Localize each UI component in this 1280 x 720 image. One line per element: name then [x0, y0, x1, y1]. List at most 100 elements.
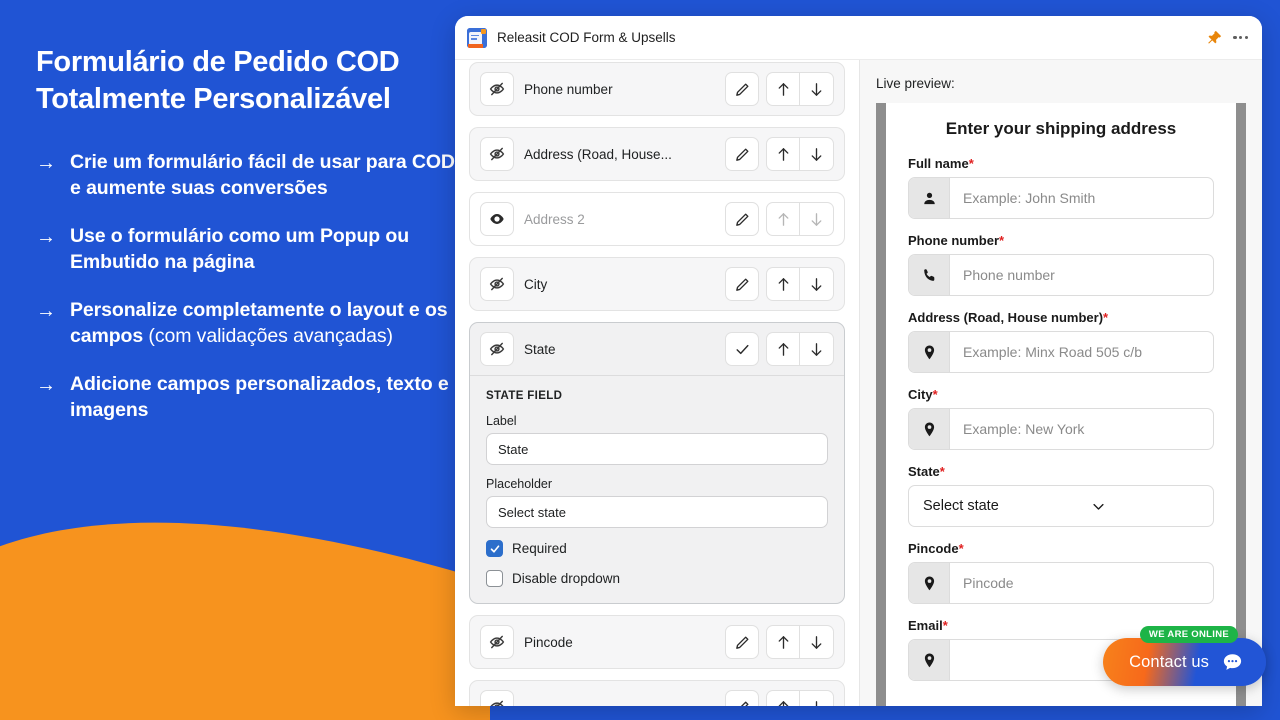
chat-widget[interactable]: WE ARE ONLINE Contact us	[1103, 626, 1266, 686]
edit-field-button[interactable]	[725, 72, 759, 106]
disable-dropdown-checkbox-row[interactable]: Disable dropdown	[486, 570, 828, 587]
person-icon	[909, 178, 950, 218]
eye-icon[interactable]	[480, 202, 514, 236]
move-field-down-button[interactable]	[800, 137, 834, 171]
move-field-down-button[interactable]	[800, 625, 834, 659]
field-row-actions	[725, 267, 834, 301]
promo-panel: Formulário de Pedido COD Totalmente Pers…	[36, 44, 456, 446]
eye-off-icon[interactable]	[480, 690, 514, 706]
eye-off-icon[interactable]	[480, 137, 514, 171]
required-checkbox-row[interactable]: Required	[486, 540, 828, 557]
preview-field-city: City* Example: New York	[908, 387, 1214, 450]
required-checkbox-label: Required	[512, 541, 567, 556]
edit-field-button[interactable]	[725, 625, 759, 659]
field-row-label: City	[524, 276, 548, 292]
preview-label-text: State	[908, 464, 940, 479]
preview-label-text: Pincode	[908, 541, 959, 556]
promo-title-line-2: Totalmente Personalizável	[36, 83, 391, 116]
fields-editor-panel[interactable]: Phone number Address (Road, House... Add…	[455, 60, 859, 706]
field-row-header[interactable]: State	[470, 323, 844, 375]
online-status-badge: WE ARE ONLINE	[1139, 626, 1238, 643]
arrow-right-icon: →	[36, 299, 56, 322]
move-field-down-button[interactable]	[800, 202, 834, 236]
preview-field-label: State*	[908, 464, 1214, 479]
field-row-phone-number[interactable]: Phone number	[469, 62, 845, 116]
location-icon	[909, 409, 950, 449]
field-row-next-partial[interactable]	[469, 680, 845, 706]
edit-field-button[interactable]	[725, 137, 759, 171]
preview-label-text: Address (Road, House number)	[908, 310, 1104, 325]
edit-field-button[interactable]	[725, 267, 759, 301]
field-row-address[interactable]: Address (Road, House...	[469, 127, 845, 181]
field-row-header[interactable]: Address 2	[470, 193, 844, 245]
fields-scroll-area[interactable]: Phone number Address (Road, House... Add…	[469, 60, 845, 706]
state-label-input[interactable]	[486, 433, 828, 465]
confirm-field-button[interactable]	[725, 332, 759, 366]
eye-off-icon[interactable]	[480, 72, 514, 106]
field-row-actions	[725, 202, 834, 236]
edit-field-button[interactable]	[725, 202, 759, 236]
field-row-city[interactable]: City	[469, 257, 845, 311]
device-edge-right	[1236, 103, 1246, 706]
move-field-down-button[interactable]	[800, 72, 834, 106]
field-row-state[interactable]: State STATE FIELD Label State Placeholde…	[469, 322, 845, 604]
preview-input-city[interactable]: Example: New York	[908, 408, 1214, 450]
state-placeholder-input[interactable]	[486, 496, 828, 528]
preview-input-phone-number[interactable]: Phone number	[908, 254, 1214, 296]
promo-bullet-bold: Crie um formulário fácil de usar para CO…	[70, 151, 455, 200]
preview-input-pincode[interactable]: Pincode	[908, 562, 1214, 604]
preview-placeholder: Example: New York	[963, 421, 1085, 437]
move-field-up-button[interactable]	[766, 137, 800, 171]
move-field-up-button[interactable]	[766, 202, 800, 236]
field-row-address-2[interactable]: Address 2	[469, 192, 845, 246]
preview-form-heading: Enter your shipping address	[945, 119, 1177, 138]
location-icon	[909, 563, 950, 603]
field-row-actions	[725, 137, 834, 171]
preview-field-label: Full name*	[908, 156, 1214, 171]
move-field-down-button[interactable]	[800, 267, 834, 301]
preview-input-address[interactable]: Example: Minx Road 505 c/b	[908, 331, 1214, 373]
field-row-pincode[interactable]: Pincode	[469, 615, 845, 669]
field-row-header[interactable]: Address (Road, House...	[470, 128, 844, 180]
eye-off-icon[interactable]	[480, 625, 514, 659]
field-row-actions	[725, 690, 834, 706]
field-row-label: Pincode	[524, 634, 573, 650]
required-checkbox[interactable]	[486, 540, 503, 557]
preview-input-full-name[interactable]: Example: John Smith	[908, 177, 1214, 219]
app-header: Releasit COD Form & Upsells	[455, 16, 1262, 60]
move-field-up-button[interactable]	[766, 625, 800, 659]
pin-icon[interactable]	[1205, 29, 1223, 47]
eye-off-icon[interactable]	[480, 332, 514, 366]
edit-field-button[interactable]	[725, 690, 759, 706]
preview-form[interactable]: Enter your shipping address Full name* E…	[886, 103, 1236, 706]
field-row-actions	[725, 332, 834, 366]
promo-bullet-text: Use o formulário como um Popup ou Embuti…	[70, 224, 456, 276]
move-field-down-button[interactable]	[800, 690, 834, 706]
required-asterisk: *	[932, 387, 938, 402]
move-field-up-button[interactable]	[766, 72, 800, 106]
field-row-header[interactable]	[470, 681, 844, 706]
chat-bubble-icon	[1221, 651, 1244, 674]
ellipsis-icon[interactable]	[1233, 35, 1248, 40]
page-title: Formulário de Pedido COD Totalmente Pers…	[36, 44, 456, 118]
preview-field-full-name: Full name* Example: John Smith	[908, 156, 1214, 219]
move-field-down-button[interactable]	[800, 332, 834, 366]
preview-field-pincode: Pincode* Pincode	[908, 541, 1214, 604]
move-field-up-button[interactable]	[766, 690, 800, 706]
field-row-header[interactable]: Phone number	[470, 63, 844, 115]
preview-select-state[interactable]: Select state	[908, 485, 1214, 527]
eye-off-icon[interactable]	[480, 267, 514, 301]
field-row-header[interactable]: Pincode	[470, 616, 844, 668]
contact-us-label: Contact us	[1129, 652, 1209, 671]
preview-field-label: City*	[908, 387, 1214, 402]
preview-field-label: Address (Road, House number)*	[908, 310, 1214, 325]
field-row-header[interactable]: City	[470, 258, 844, 310]
field-row-actions	[725, 625, 834, 659]
releasit-app-icon	[467, 27, 487, 48]
move-field-up-button[interactable]	[766, 267, 800, 301]
disable-dropdown-checkbox[interactable]	[486, 570, 503, 587]
location-icon	[909, 332, 950, 372]
contact-us-button[interactable]: Contact us	[1103, 638, 1266, 686]
move-field-up-button[interactable]	[766, 332, 800, 366]
arrow-right-icon: →	[36, 226, 56, 249]
